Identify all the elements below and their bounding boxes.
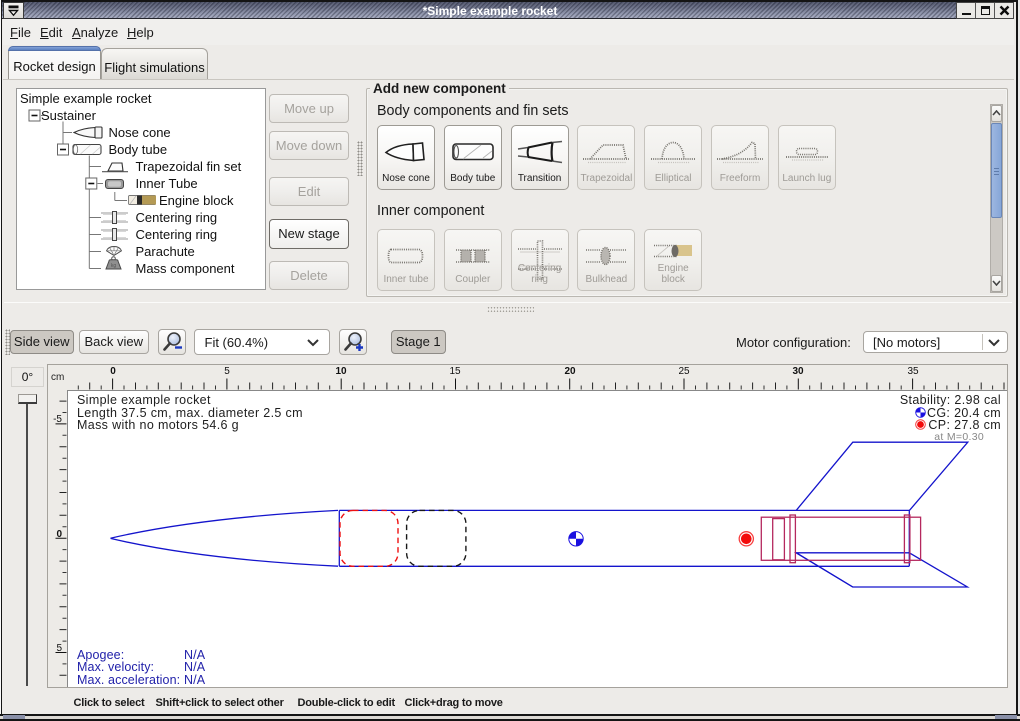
- svg-text:kg: kg: [111, 263, 117, 269]
